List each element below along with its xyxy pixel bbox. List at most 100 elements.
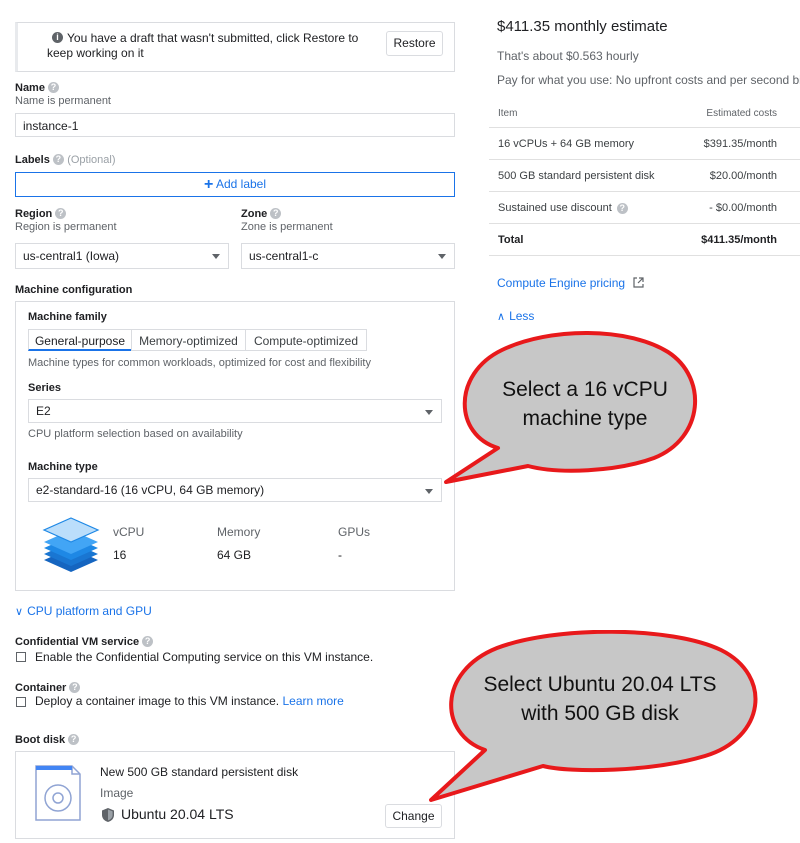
container-checkbox-text: Deploy a container image to this VM inst…: [35, 694, 280, 708]
machine-type-label: Machine type: [28, 461, 98, 473]
confidential-label: Confidential VM service: [15, 636, 140, 648]
labels-optional: (Optional): [67, 154, 116, 166]
region-select[interactable]: us-central1 (Iowa): [15, 243, 229, 269]
machine-type-select[interactable]: e2-standard-16 (16 vCPU, 64 GB memory): [28, 478, 442, 502]
help-icon[interactable]: ?: [616, 202, 628, 214]
disk-icon: [35, 765, 81, 821]
cost-row-disk: 500 GB standard persistent disk $20.00/m…: [489, 160, 800, 192]
cpu-platform-link[interactable]: ∨ CPU platform and GPU: [15, 604, 152, 618]
series-desc: CPU platform selection based on availabi…: [28, 428, 243, 440]
help-icon[interactable]: ?: [68, 734, 80, 746]
pricing-link[interactable]: Compute Engine pricing: [497, 276, 645, 290]
boot-disk-group: Boot disk?: [15, 732, 80, 746]
cost-table-header: Item Estimated costs: [489, 98, 800, 128]
cost-item: 16 vCPUs + 64 GB memory: [498, 138, 635, 150]
cost-value: $20.00/month: [709, 170, 777, 182]
zone-label: Zone: [241, 208, 268, 220]
learn-more-link[interactable]: Learn more: [282, 694, 343, 708]
name-label: Name: [15, 82, 45, 94]
series-label: Series: [28, 382, 62, 394]
series-select[interactable]: E2: [28, 399, 442, 423]
double-chevron-down-icon: ∨: [15, 606, 24, 618]
help-icon[interactable]: ?: [55, 208, 67, 220]
cost-row-total: Total $411.35/month: [489, 224, 800, 256]
labels-group: Labels? (Optional): [15, 152, 116, 166]
draft-banner-text: You have a draft that wasn't submitted, …: [47, 31, 359, 60]
zone-hint: Zone is permanent: [241, 221, 333, 233]
zone-value: us-central1-c: [249, 249, 319, 263]
spec-gpus-value: -: [338, 548, 342, 562]
callout-bubble-2-line1: Select Ubuntu 20.04 LTS: [483, 673, 717, 696]
chevron-down-icon: [425, 410, 433, 415]
estimate-hourly: That's about $0.563 hourly: [497, 49, 639, 63]
add-label-button[interactable]: + Add label: [15, 172, 455, 197]
change-button[interactable]: Change: [385, 804, 442, 828]
external-link-icon: [633, 277, 645, 288]
help-icon[interactable]: ?: [69, 682, 81, 694]
col-item-header: Item: [498, 108, 518, 119]
total-label: Total: [498, 234, 524, 246]
chevron-down-icon: [212, 254, 220, 259]
estimate-pay-note: Pay for what you use: No upfront costs a…: [497, 73, 800, 87]
tab-compute-optimized[interactable]: Compute-optimized: [245, 329, 367, 351]
region-label: Region: [15, 208, 53, 220]
col-cost-header: Estimated costs: [706, 108, 777, 119]
confidential-group: Confidential VM service?: [15, 634, 154, 648]
machine-config-title: Machine configuration: [15, 284, 133, 296]
region-group: Region? Region is permanent: [15, 206, 117, 233]
restore-button[interactable]: Restore: [386, 31, 443, 56]
cpu-platform-link-text: CPU platform and GPU: [27, 604, 152, 618]
name-input[interactable]: instance-1: [15, 113, 455, 137]
estimate-title: $411.35 monthly estimate: [497, 18, 668, 35]
cost-value: $391.35/month: [703, 138, 777, 150]
double-chevron-up-icon: ∧: [497, 311, 506, 323]
spec-memory-label: Memory: [217, 525, 261, 539]
chevron-down-icon: [438, 254, 446, 259]
chevron-down-icon: [425, 489, 433, 494]
shield-icon: [102, 808, 114, 822]
plus-icon: +: [203, 176, 214, 193]
help-icon[interactable]: ?: [142, 636, 154, 648]
cost-row-discount: Sustained use discount? - $0.00/month: [489, 192, 800, 224]
tab-memory-optimized[interactable]: Memory-optimized: [131, 329, 246, 351]
container-label: Container: [15, 682, 67, 694]
callout-bubble-1-text: Select a 16 vCPU machine type: [470, 375, 700, 433]
add-label-text: Add label: [215, 177, 267, 191]
machine-family-desc: Machine types for common workloads, opti…: [28, 357, 371, 369]
help-icon[interactable]: ?: [270, 208, 282, 220]
callout-bubble-1-line2: machine type: [522, 407, 648, 430]
cost-item: Sustained use discount: [498, 202, 612, 214]
confidential-checkbox[interactable]: [16, 652, 26, 662]
machine-type-value: e2-standard-16 (16 vCPU, 64 GB memory): [36, 483, 265, 497]
zone-group: Zone? Zone is permanent: [241, 206, 333, 233]
boot-disk-label: Boot disk: [15, 734, 66, 746]
confidential-checkbox-text: Enable the Confidential Computing servic…: [35, 650, 374, 664]
zone-select[interactable]: us-central1-c: [241, 243, 455, 269]
series-value: E2: [36, 404, 51, 418]
container-checkbox-row: Deploy a container image to this VM inst…: [35, 694, 344, 708]
stack-icon: [42, 517, 100, 572]
boot-disk-image-label: Image: [100, 786, 134, 800]
spec-memory-value: 64 GB: [217, 548, 252, 562]
boot-disk-image-value: Ubuntu 20.04 LTS: [121, 806, 234, 822]
tab-general-purpose[interactable]: General-purpose: [28, 329, 132, 351]
less-link-text: Less: [509, 309, 535, 323]
spec-gpus-label: GPUs: [338, 525, 371, 539]
labels-label: Labels: [15, 154, 50, 166]
cost-row-compute: 16 vCPUs + 64 GB memory $391.35/month: [489, 128, 800, 160]
pricing-link-text: Compute Engine pricing: [497, 276, 626, 290]
region-value: us-central1 (Iowa): [23, 249, 120, 263]
machine-config-panel: Machine family General-purpose Memory-op…: [15, 301, 455, 591]
cost-value: - $0.00/month: [709, 202, 777, 214]
help-icon[interactable]: ?: [52, 154, 64, 166]
total-value: $411.35/month: [701, 234, 777, 246]
name-field-group: Name? Name is permanent: [15, 80, 111, 107]
draft-banner: i You have a draft that wasn't submitted…: [15, 22, 455, 72]
less-link[interactable]: ∧ Less: [497, 309, 534, 323]
callout-bubble-1-line1: Select a 16 vCPU: [502, 378, 668, 401]
help-icon[interactable]: ?: [47, 82, 59, 94]
container-checkbox[interactable]: [16, 697, 26, 707]
callout-bubble-2-line2: with 500 GB disk: [521, 702, 679, 725]
container-group: Container?: [15, 680, 81, 694]
cost-item-discount: Sustained use discount?: [498, 202, 628, 214]
